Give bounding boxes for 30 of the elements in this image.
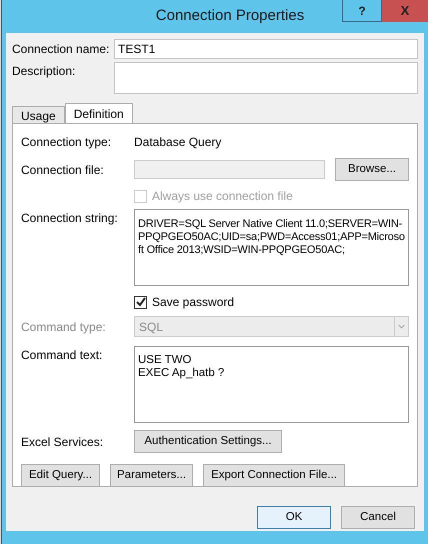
dropdown-value: SQL <box>139 318 164 336</box>
dialog-button[interactable]: Edit Query... <box>21 464 100 487</box>
field-label: Command type: <box>21 318 107 336</box>
field-label: Excel Services: <box>21 434 104 450</box>
dialog-button[interactable]: Export Connection File... <box>203 464 346 487</box>
input-field[interactable] <box>114 62 418 94</box>
tab[interactable]: Usage <box>12 106 65 123</box>
code-line: USE TWO <box>138 354 192 367</box>
dialog-button[interactable]: Authentication Settings... <box>134 430 282 453</box>
field-label: Connection file: <box>21 162 105 178</box>
tab[interactable]: Definition <box>64 103 133 123</box>
input-field[interactable]: TEST1 <box>114 39 418 59</box>
checkbox[interactable] <box>134 296 147 308</box>
window-title: Connection Properties <box>154 6 304 26</box>
dialog-button[interactable]: Cancel <box>341 506 415 529</box>
close-button[interactable]: X <box>382 0 428 22</box>
field-label: Connection string: <box>21 210 119 227</box>
checkbox-label: Save password <box>152 294 234 311</box>
field-label: Connection type: <box>21 134 112 151</box>
checkbox-label: Always use connection file <box>152 188 293 205</box>
text-area[interactable]: USE TWO EXEC Ap_hatb ? <box>134 346 409 423</box>
text-area[interactable]: DRIVER=SQL Server Native Client 11.0;SERVER=WIN-PPQPGEO50AC;UID=sa;PWD=Access01;APP=Microsoft Office 2013;WSID=WIN-PPQPGEO50AC; <box>134 209 409 286</box>
dialog-button[interactable]: Parameters... <box>110 464 194 487</box>
field-label: Description: <box>12 63 76 80</box>
code-line: EXEC Ap_hatb ? <box>138 367 226 380</box>
field-value: Database Query <box>134 134 222 151</box>
checkmark-icon <box>136 297 146 307</box>
dialog-button[interactable]: OK <box>257 506 331 529</box>
field-label: Connection name: <box>12 41 110 58</box>
field-label: Command text: <box>21 347 104 364</box>
